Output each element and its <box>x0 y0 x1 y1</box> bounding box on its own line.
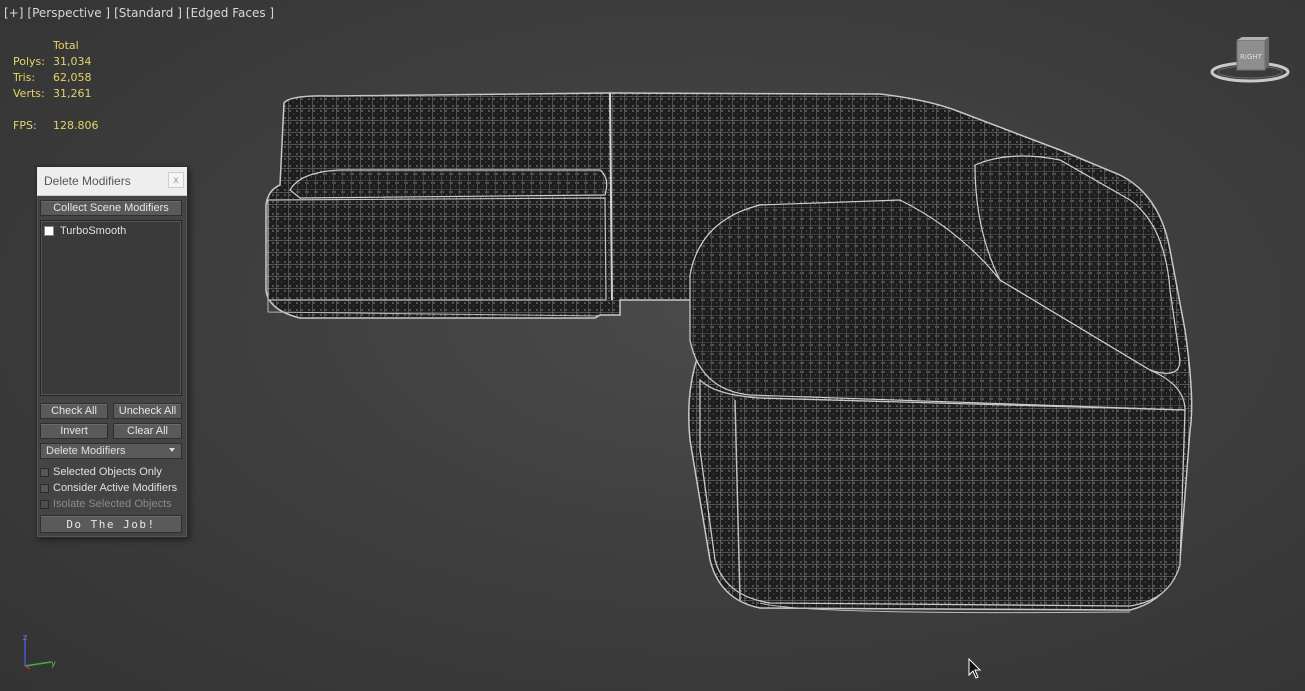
collect-scene-modifiers-button[interactable]: Collect Scene Modifiers <box>40 200 182 216</box>
invert-button[interactable]: Invert <box>40 423 108 439</box>
viewcube-face-label: RIGHT <box>1240 53 1263 61</box>
selected-objects-only-option[interactable]: Selected Objects Only <box>40 466 162 478</box>
mode-dropdown-value: Delete Modifiers <box>46 445 126 457</box>
sofa-mesh[interactable] <box>265 92 1193 614</box>
list-item[interactable]: TurboSmooth <box>41 223 181 238</box>
consider-active-modifiers-option[interactable]: Consider Active Modifiers <box>40 482 177 494</box>
item-checkbox[interactable] <box>44 225 54 236</box>
close-icon[interactable]: x <box>168 172 184 188</box>
modifier-list[interactable]: TurboSmooth <box>40 220 182 396</box>
mouse-cursor-icon <box>968 658 982 679</box>
uncheck-all-button[interactable]: Uncheck All <box>113 403 182 419</box>
selected-objects-only-checkbox[interactable] <box>40 467 49 477</box>
list-item-label: TurboSmooth <box>60 224 127 237</box>
check-all-button[interactable]: Check All <box>40 403 108 419</box>
viewcube-icon[interactable]: RIGHT <box>1208 36 1292 88</box>
viewport-scene[interactable] <box>0 0 1305 691</box>
isolate-selected-objects-label: Isolate Selected Objects <box>53 498 172 510</box>
mode-dropdown[interactable]: Delete Modifiers <box>40 443 182 459</box>
isolate-selected-objects-option: Isolate Selected Objects <box>40 498 172 510</box>
dialog-titlebar[interactable]: Delete Modifiers x <box>37 167 187 196</box>
axis-tripod-icon: z y <box>23 633 56 670</box>
selected-objects-only-label: Selected Objects Only <box>53 466 162 478</box>
consider-active-modifiers-checkbox[interactable] <box>40 483 49 493</box>
chevron-down-icon <box>169 448 175 452</box>
clear-all-button[interactable]: Clear All <box>113 423 182 439</box>
dialog-title: Delete Modifiers <box>44 174 131 188</box>
axis-z-label: z <box>23 633 27 642</box>
delete-modifiers-dialog: Delete Modifiers x Collect Scene Modifie… <box>36 166 188 538</box>
consider-active-modifiers-label: Consider Active Modifiers <box>53 482 178 494</box>
isolate-selected-objects-checkbox <box>40 499 49 509</box>
do-the-job-button[interactable]: Do The Job! <box>40 515 182 533</box>
axis-y-label: y <box>51 659 56 668</box>
